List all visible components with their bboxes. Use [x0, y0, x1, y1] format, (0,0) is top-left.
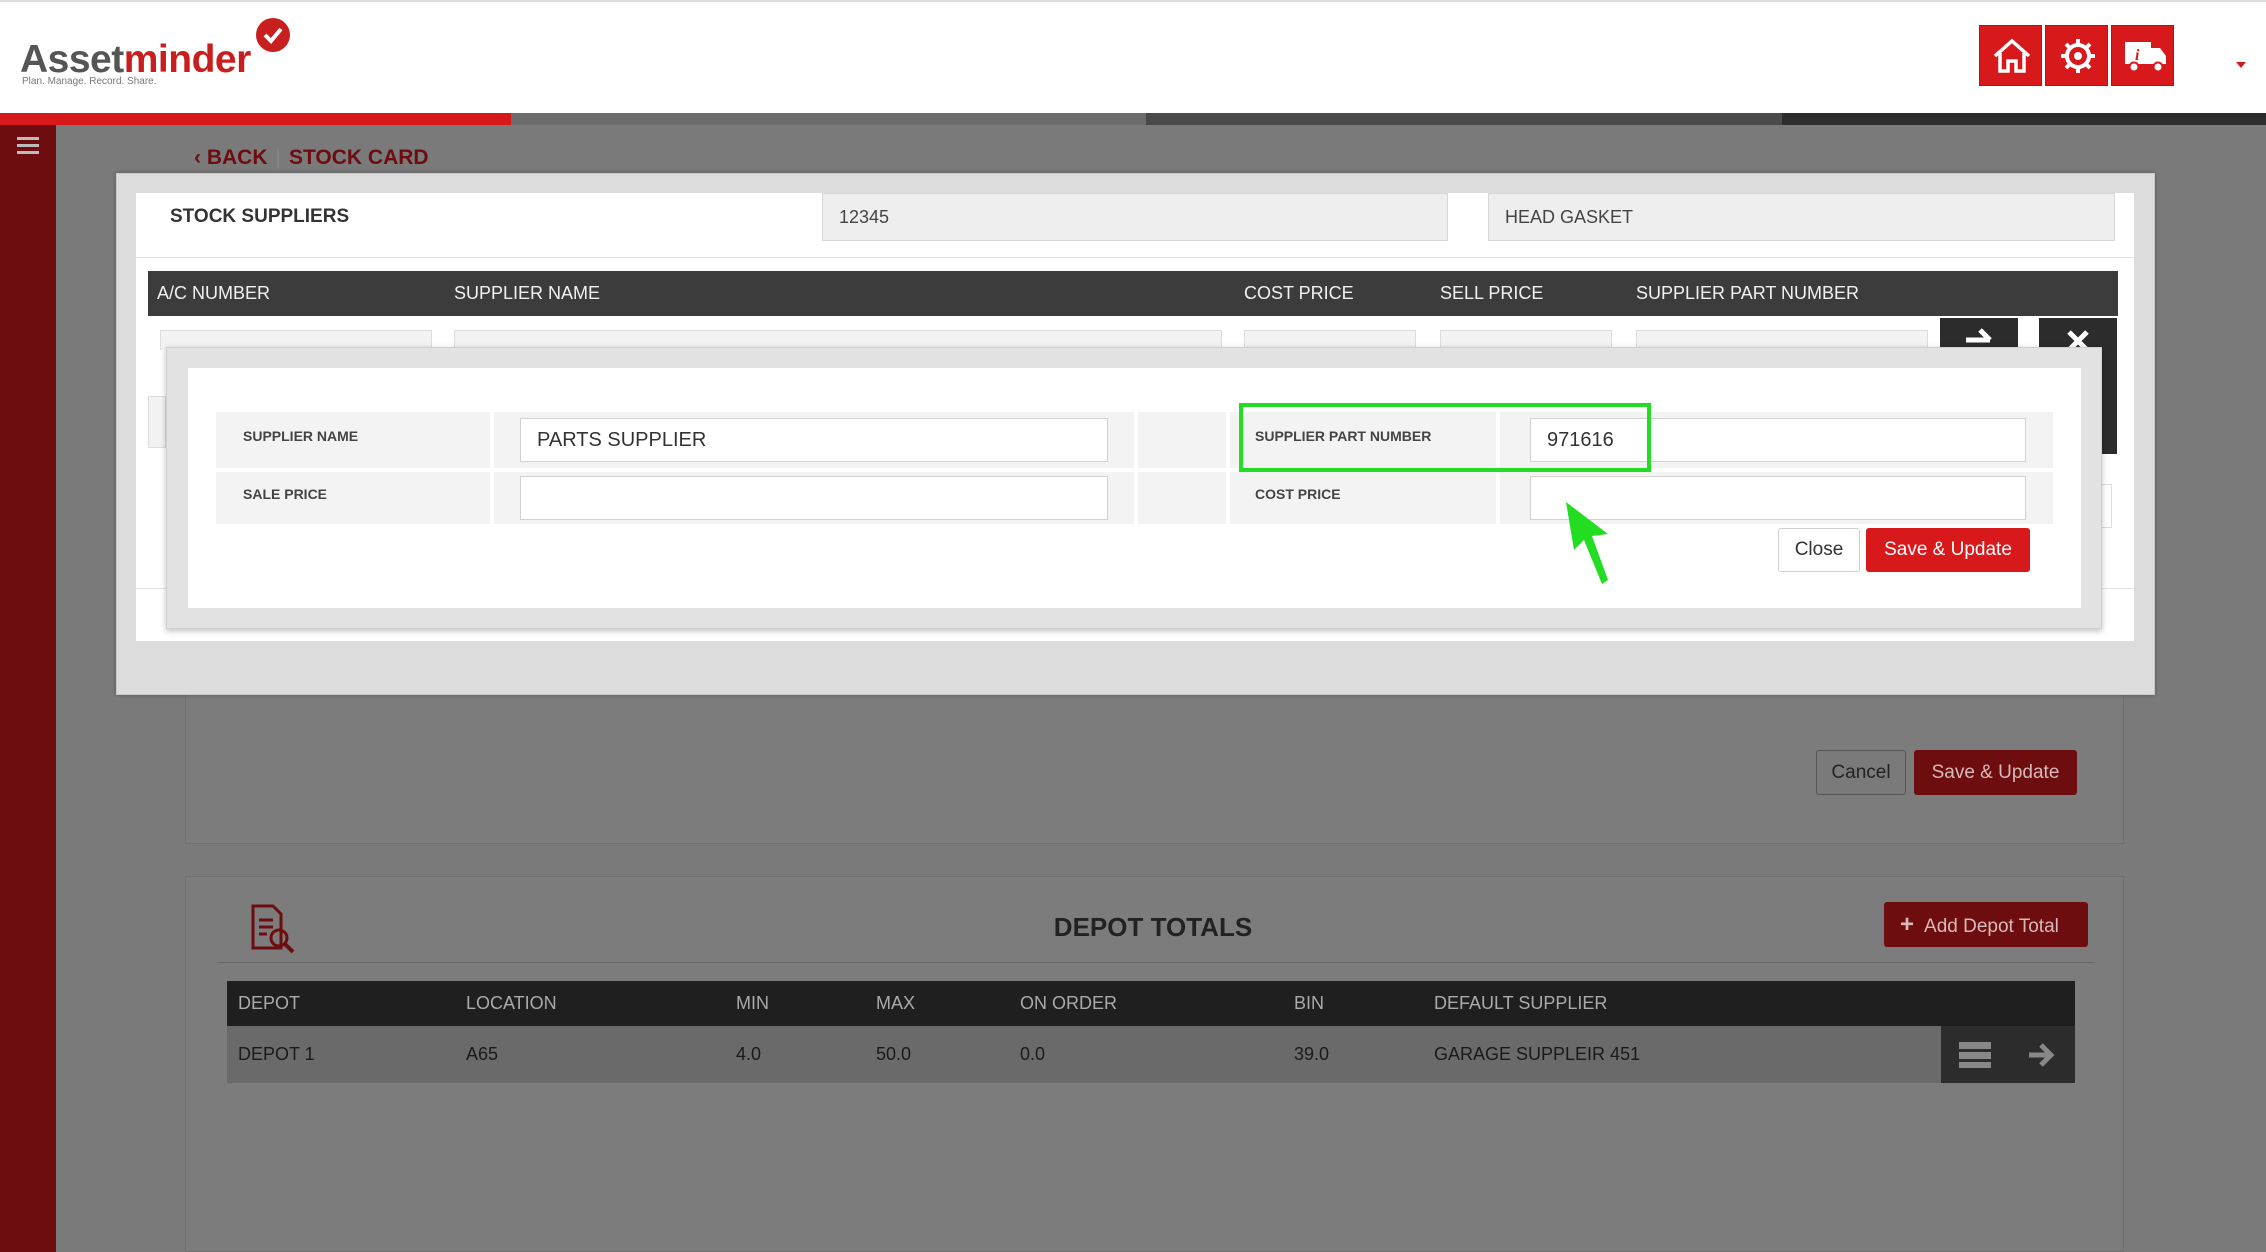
bin-cell: 39.0	[1294, 1044, 1330, 1064]
column-header: COST PRICE	[1244, 283, 1354, 303]
breadcrumb-current[interactable]: STOCK CARD	[289, 146, 429, 169]
modal-title: STOCK SUPPLIERS	[170, 206, 350, 227]
truck-info-icon: i	[2125, 42, 2166, 73]
suppliers-table-header: A/C NUMBER SUPPLIER NAME COST PRICE SELL…	[148, 271, 2118, 316]
cost-price-label: COST PRICE	[1255, 486, 1341, 502]
on-order-cell: 0.0	[1020, 1044, 1046, 1064]
max-cell: 50.0	[876, 1044, 912, 1064]
default-supplier-cell: GARAGE SUPPLEIR 451	[1434, 1044, 1641, 1064]
depot-table-header: DEPOT LOCATION MIN MAX ON ORDER BIN DEFA…	[227, 981, 2075, 1026]
highlight-box	[1239, 403, 1651, 472]
arrow-right-icon	[1966, 328, 1992, 343]
column-header: DEPOT	[238, 993, 301, 1013]
location-cell: A65	[466, 1044, 499, 1064]
plus-icon: +	[1900, 911, 1915, 938]
row-open-button[interactable]	[1940, 318, 2018, 348]
supplier-name-input[interactable]	[520, 418, 1108, 462]
part-description-field: HEAD GASKET	[1488, 193, 2115, 241]
progress-strip	[0, 113, 2266, 125]
sidebar	[0, 125, 56, 1252]
back-link[interactable]: ‹ BACK	[194, 146, 268, 169]
column-header: SUPPLIER PART NUMBER	[1636, 283, 1860, 303]
svg-text:i: i	[2135, 47, 2140, 64]
column-header: MIN	[736, 993, 769, 1013]
vehicle-info-button[interactable]: i	[2111, 25, 2174, 86]
column-header: MAX	[876, 993, 916, 1013]
arrow-right-icon[interactable]	[2025, 1040, 2057, 1070]
app-header: Assetminder Plan. Manage. Record. Share.…	[0, 0, 2266, 113]
sale-price-input[interactable]	[520, 476, 1108, 520]
pointer-arrow-icon	[1566, 502, 1608, 584]
breadcrumb: ‹ BACK | STOCK CARD	[194, 146, 429, 169]
depot-row-actions	[1941, 1026, 2075, 1083]
table-row: DEPOT 1 A65 4.0 50.0 0.0 39.0 GARAGE SUP…	[227, 1026, 2075, 1083]
part-code-field: 12345	[822, 193, 1448, 241]
logo-tagline: Plan. Manage. Record. Share.	[22, 76, 157, 87]
settings-gear-icon	[2061, 39, 2095, 73]
hamburger-menu-icon[interactable]	[17, 137, 39, 155]
user-menu-chevron-down-icon[interactable]	[2236, 62, 2246, 68]
settings-button[interactable]	[2045, 25, 2108, 86]
column-header: DEFAULT SUPPLIER	[1434, 993, 1608, 1013]
save-update-button[interactable]: Save & Update	[1914, 750, 2077, 795]
home-button[interactable]	[1979, 25, 2042, 86]
cancel-button[interactable]: Cancel	[1816, 750, 1906, 795]
column-header: LOCATION	[466, 993, 557, 1013]
checkmark-icon	[256, 18, 290, 52]
add-depot-total-button[interactable]: + Add Depot Total	[1884, 902, 2088, 947]
supplier-name-label: SUPPLIER NAME	[243, 428, 359, 444]
depot-cell: DEPOT 1	[238, 1044, 315, 1064]
save-update-button[interactable]: Save & Update	[1866, 528, 2030, 572]
assetminder-logo[interactable]: Assetminder Plan. Manage. Record. Share.	[20, 18, 320, 92]
column-header: BIN	[1294, 993, 1325, 1013]
list-view-icon[interactable]	[1957, 1040, 1993, 1070]
min-cell: 4.0	[736, 1044, 762, 1064]
column-header: SUPPLIER NAME	[454, 283, 601, 303]
ac-number-field-row2[interactable]	[148, 396, 166, 448]
column-header: A/C NUMBER	[157, 283, 271, 303]
column-header: ON ORDER	[1020, 993, 1118, 1013]
sale-price-label: SALE PRICE	[243, 486, 328, 502]
close-button[interactable]: Close	[1778, 528, 1860, 572]
home-icon	[1993, 38, 2031, 73]
column-header: SELL PRICE	[1440, 283, 1544, 303]
